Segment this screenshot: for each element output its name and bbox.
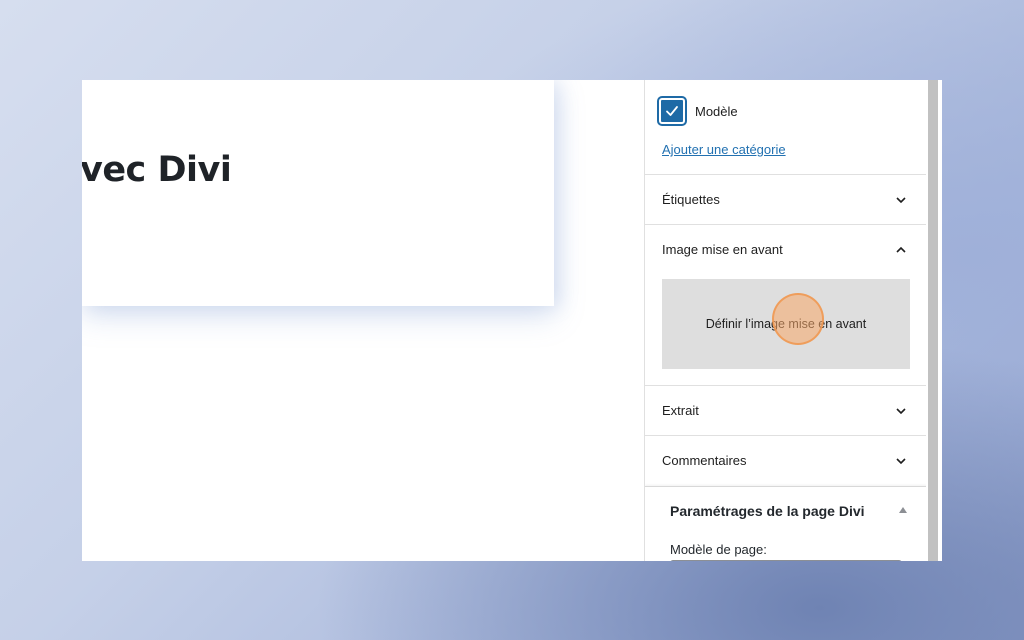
- panel-excerpt-title: Extrait: [662, 403, 699, 418]
- check-icon: [666, 106, 678, 116]
- divi-page-settings-box: Paramétrages de la page Divi Modèle de p…: [645, 486, 926, 561]
- panel-tags[interactable]: Étiquettes: [645, 175, 926, 224]
- divi-settings-title[interactable]: Paramétrages de la page Divi: [670, 503, 865, 519]
- scrollbar-thumb[interactable]: [928, 80, 938, 561]
- panel-excerpt[interactable]: Extrait: [645, 386, 926, 435]
- chevron-down-icon: [893, 453, 909, 469]
- page-template-label: Modèle de page:: [670, 542, 767, 557]
- category-item-modele[interactable]: Modèle: [659, 98, 738, 124]
- chevron-down-icon: [893, 192, 909, 208]
- set-featured-image-button[interactable]: Définir l’image mise en avant: [662, 279, 910, 369]
- post-title[interactable]: vec Divi: [82, 150, 232, 190]
- post-preview-card: vec Divi: [82, 80, 554, 306]
- category-checkbox[interactable]: [659, 98, 685, 124]
- page-template-select[interactable]: [670, 560, 902, 561]
- editor-window: vec Divi Modèle Ajouter une catégorie Ét…: [82, 80, 942, 561]
- panel-comments-title: Commentaires: [662, 453, 747, 468]
- settings-sidebar: Modèle Ajouter une catégorie Étiquettes …: [644, 80, 926, 561]
- category-label: Modèle: [695, 103, 738, 119]
- chevron-up-icon: [893, 242, 909, 258]
- click-indicator: [772, 293, 824, 345]
- triangle-up-icon[interactable]: [899, 507, 907, 513]
- editor-canvas: vec Divi: [82, 80, 644, 561]
- panel-featured-image-title: Image mise en avant: [662, 242, 783, 257]
- sidebar-scrollbar[interactable]: [926, 80, 942, 561]
- panel-comments[interactable]: Commentaires: [645, 436, 926, 485]
- add-category-link[interactable]: Ajouter une catégorie: [662, 142, 786, 157]
- chevron-down-icon: [893, 403, 909, 419]
- panel-featured-image[interactable]: Image mise en avant: [645, 225, 926, 274]
- panel-tags-title: Étiquettes: [662, 192, 720, 207]
